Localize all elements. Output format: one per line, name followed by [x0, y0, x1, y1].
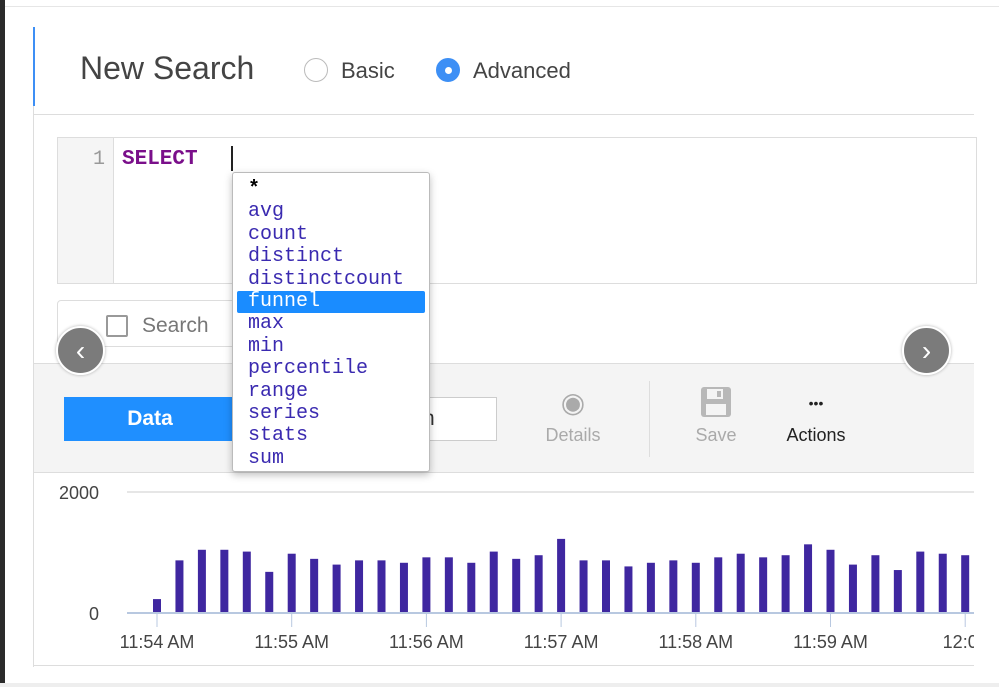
- bar: [624, 566, 633, 613]
- autocomplete-item[interactable]: distinctcount: [237, 268, 425, 291]
- bar: [175, 560, 184, 613]
- bar: [961, 555, 970, 613]
- autocomplete-item[interactable]: sum: [237, 447, 425, 470]
- carousel-prev-button[interactable]: ‹: [56, 326, 105, 375]
- autocomplete-item[interactable]: stats: [237, 425, 425, 447]
- x-tick-label: 11:59 AM: [793, 632, 868, 652]
- bar: [355, 560, 364, 613]
- bar: [444, 557, 453, 613]
- bar: [310, 558, 319, 613]
- autocomplete-item[interactable]: percentile: [237, 357, 425, 380]
- bar: [242, 551, 251, 613]
- bar: [691, 562, 700, 613]
- autocomplete-item[interactable]: min: [237, 335, 425, 358]
- top-divider: [5, 6, 999, 7]
- bar: [512, 558, 521, 613]
- bar: [893, 570, 902, 613]
- autocomplete-item[interactable]: distinct: [237, 245, 425, 268]
- search-doc-icon: [106, 315, 128, 337]
- autocomplete-item[interactable]: range: [237, 380, 425, 403]
- autocomplete-item[interactable]: funnel: [237, 290, 425, 314]
- bar: [602, 560, 610, 613]
- bar: [399, 562, 408, 613]
- bar: [220, 549, 229, 613]
- window-edge: [0, 0, 5, 687]
- details-label: Details: [545, 425, 601, 445]
- details-button[interactable]: ◉ Details: [528, 385, 618, 446]
- more-dots-icon: •••: [808, 395, 824, 411]
- header-divider: [34, 114, 974, 115]
- bar: [938, 553, 947, 613]
- bar: [848, 564, 857, 613]
- bar: [557, 538, 566, 613]
- actions-button[interactable]: ••• Actions: [771, 385, 861, 446]
- autocomplete-item[interactable]: count: [237, 223, 425, 246]
- actions-label: Actions: [786, 425, 846, 445]
- bar: [916, 551, 925, 613]
- bar: [377, 560, 386, 613]
- bar: [826, 549, 835, 613]
- page-title: New Search: [80, 50, 255, 86]
- bar: [781, 555, 790, 613]
- bar: [332, 564, 341, 613]
- autocomplete-item[interactable]: avg: [237, 201, 425, 223]
- text-caret: [231, 146, 233, 171]
- autocomplete-item[interactable]: *: [237, 178, 425, 201]
- bar: [153, 599, 161, 613]
- line-number: 1: [92, 148, 105, 171]
- bar: [579, 560, 588, 613]
- x-tick-label: 11:55 AM: [254, 632, 329, 652]
- histogram-chart: 0 2000 11:54 AM 11:55 AM 11:56 AM 11:57 AM 11:…: [59, 483, 974, 652]
- save-button[interactable]: Save: [671, 385, 761, 446]
- bar: [265, 571, 274, 613]
- floppy-disk-icon: [671, 385, 761, 425]
- bar: [714, 557, 723, 613]
- eye-icon: ◉: [560, 387, 586, 418]
- bar: [197, 549, 206, 613]
- bar: [287, 553, 296, 613]
- x-tick-label: 12:00: [943, 632, 974, 652]
- search-label: Search: [142, 314, 209, 337]
- header-accent: [33, 27, 35, 106]
- chart-bottom-divider: [34, 665, 974, 666]
- bar: [489, 551, 498, 613]
- radio-advanced-label[interactable]: Advanced: [473, 58, 571, 84]
- sql-keyword: SELECT: [122, 148, 198, 171]
- radio-basic[interactable]: [304, 58, 328, 82]
- radio-basic-label[interactable]: Basic: [341, 58, 395, 84]
- toolbar-divider: [649, 381, 650, 457]
- y-tick-label: 2000: [59, 483, 99, 503]
- save-label: Save: [695, 425, 737, 445]
- radio-advanced[interactable]: [436, 58, 460, 82]
- autocomplete-dropdown: * avg count distinct distinctcount funnel max m…: [232, 172, 430, 472]
- x-tick-label: 11:57 AM: [524, 632, 599, 652]
- bar: [669, 560, 678, 613]
- x-tick-label: 11:58 AM: [658, 632, 733, 652]
- bar: [467, 562, 476, 613]
- x-tick-label: 11:56 AM: [389, 632, 464, 652]
- query-editor[interactable]: 1 SELECT: [57, 137, 977, 284]
- bar: [422, 557, 431, 613]
- y-tick-label: 0: [89, 604, 99, 624]
- carousel-next-button[interactable]: ›: [902, 326, 951, 375]
- x-tick-label: 11:54 AM: [120, 632, 195, 652]
- line-gutter: 1: [58, 138, 114, 283]
- autocomplete-item[interactable]: max: [237, 313, 425, 335]
- autocomplete-item[interactable]: series: [237, 402, 425, 425]
- bar: [804, 544, 813, 613]
- bar: [736, 553, 745, 613]
- data-tab-button[interactable]: Data: [64, 397, 236, 441]
- bar: [871, 555, 880, 613]
- bar: [646, 562, 655, 613]
- page-footer-strip: [0, 683, 999, 687]
- bar: [534, 555, 543, 613]
- bar: [759, 557, 768, 613]
